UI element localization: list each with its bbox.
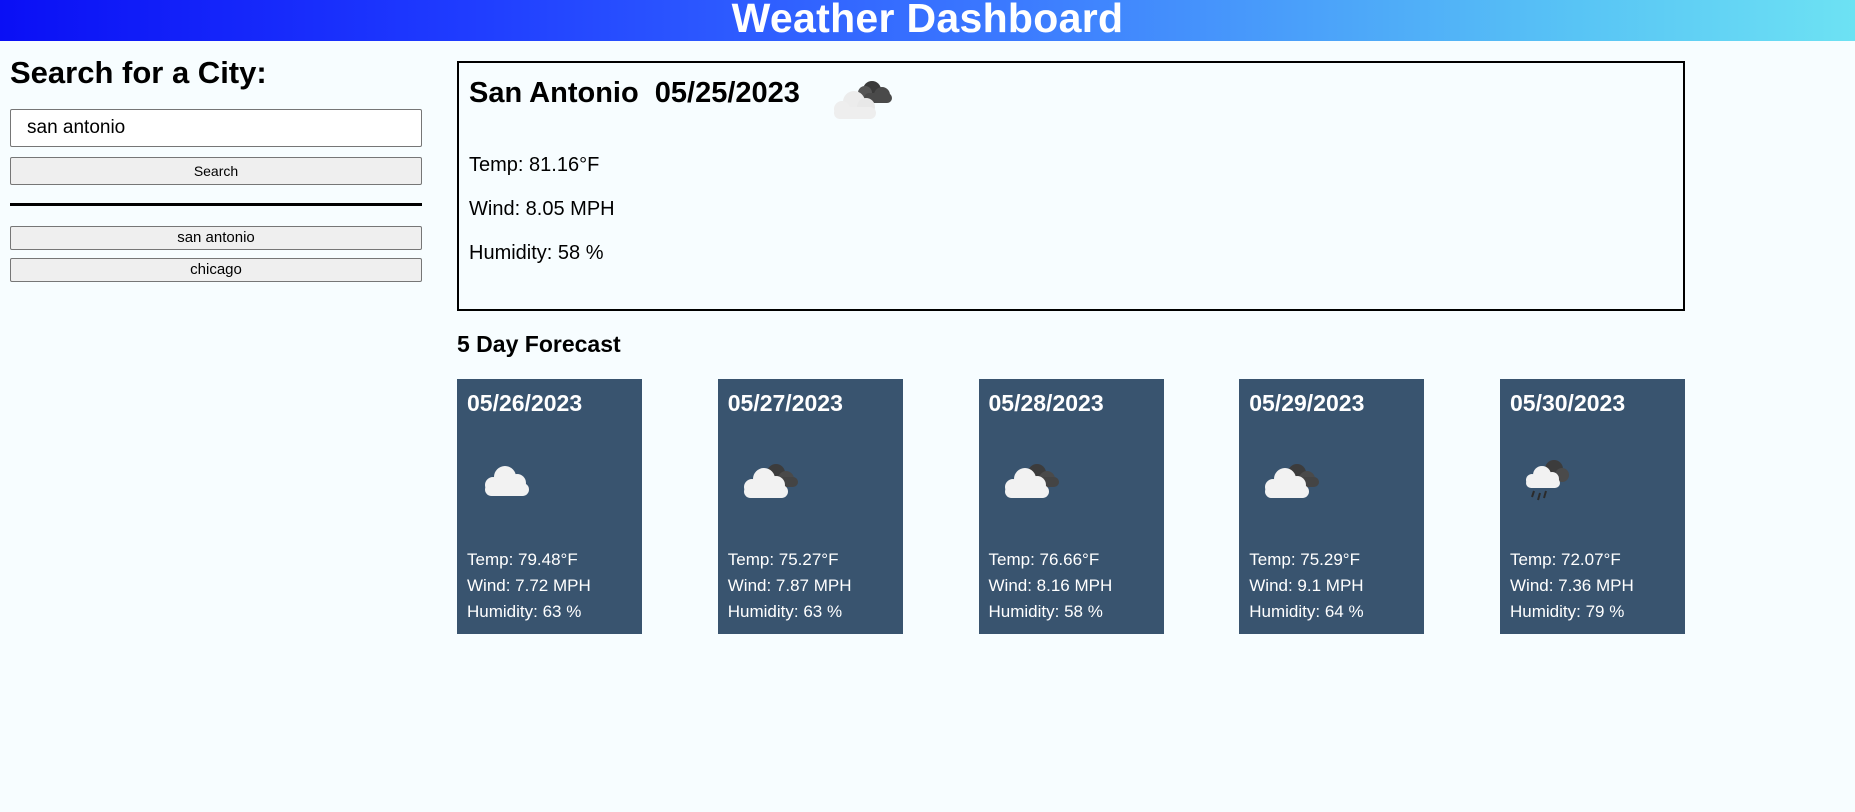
partly-cloudy-icon — [833, 81, 892, 119]
header: Weather Dashboard — [0, 0, 1855, 41]
history-button-chicago[interactable]: chicago — [10, 258, 422, 282]
forecast-humidity: Humidity: 79 % — [1510, 602, 1625, 621]
search-button[interactable]: Search — [10, 157, 422, 185]
broken-clouds-icon — [743, 464, 798, 498]
forecast-wind: Wind: 9.1 MPH — [1249, 576, 1364, 595]
forecast-stats: Temp: 75.27°F Wind: 7.87 MPH Humidity: 6… — [728, 547, 852, 625]
search-heading: Search for a City: — [10, 55, 267, 90]
rain-cloud-icon — [1526, 460, 1569, 501]
search-history: san antonio chicago — [10, 226, 422, 282]
forecast-stats: Temp: 72.07°F Wind: 7.36 MPH Humidity: 7… — [1510, 547, 1634, 625]
forecast-stats: Temp: 79.48°F Wind: 7.72 MPH Humidity: 6… — [467, 547, 591, 625]
forecast-temp: Temp: 79.48°F — [467, 550, 578, 569]
forecast-temp: Temp: 76.66°F — [988, 550, 1100, 569]
page-title: Weather Dashboard — [731, 0, 1124, 41]
forecast-date: 05/27/2023 — [727, 390, 843, 416]
current-weather-header: San Antonio 05/25/2023 — [469, 73, 1673, 153]
forecast-humidity: Humidity: 63 % — [467, 602, 582, 621]
forecast-card: 05/30/2023 Temp: 72.07°F Wind: 7.36 MPH … — [1500, 379, 1685, 634]
divider — [10, 203, 422, 206]
forecast-stats: Temp: 75.29°F Wind: 9.1 MPH Humidity: 64… — [1249, 547, 1363, 625]
forecast-humidity: Humidity: 64 % — [1249, 602, 1364, 621]
forecast-card: 05/26/2023 Temp: 79.48°F Wind: 7.72 MPH … — [457, 379, 642, 634]
forecast-heading: 5 Day Forecast — [457, 331, 621, 357]
forecast-date: 05/26/2023 — [467, 390, 583, 416]
forecast-stats: Temp: 76.66°F Wind: 8.16 MPH Humidity: 5… — [989, 547, 1113, 625]
forecast-date: 05/29/2023 — [1249, 390, 1365, 416]
current-temp: Temp: 81.16°F — [469, 154, 600, 176]
cloud-icon — [485, 466, 529, 496]
sidebar: Search for a City: Search san antonio ch… — [10, 41, 422, 290]
forecast-wind: Wind: 7.72 MPH — [467, 576, 591, 595]
forecast-card: 05/27/2023 Temp: 75.27°F Wind: 7.87 MPH … — [717, 379, 903, 634]
current-humidity: Humidity: 58 % — [469, 242, 604, 264]
broken-clouds-icon — [1004, 464, 1059, 498]
current-wind: Wind: 8.05 MPH — [469, 198, 615, 220]
current-city-date: San Antonio 05/25/2023 — [469, 77, 800, 109]
current-weather-panel: San Antonio 05/25/2023 Temp: 81.16°F Win… — [457, 61, 1685, 311]
city-search-input[interactable] — [10, 109, 422, 147]
forecast-humidity: Humidity: 63 % — [727, 602, 843, 621]
forecast-wind: Wind: 7.36 MPH — [1510, 576, 1634, 595]
forecast-card: 05/28/2023 Temp: 76.66°F Wind: 8.16 MPH … — [978, 379, 1164, 634]
forecast-temp: Temp: 72.07°F — [1510, 550, 1621, 569]
forecast-wind: Wind: 8.16 MPH — [988, 576, 1113, 595]
forecast-date: 05/28/2023 — [988, 390, 1104, 416]
forecast-temp: Temp: 75.29°F — [1249, 550, 1360, 569]
forecast-card: 05/29/2023 Temp: 75.29°F Wind: 9.1 MPH H… — [1239, 379, 1425, 634]
broken-clouds-icon — [1265, 464, 1320, 498]
forecast-temp: Temp: 75.27°F — [727, 550, 839, 569]
forecast-wind: Wind: 7.87 MPH — [727, 576, 852, 595]
history-button-san-antonio[interactable]: san antonio — [10, 226, 422, 250]
forecast-humidity: Humidity: 58 % — [988, 602, 1103, 621]
forecast-date: 05/30/2023 — [1510, 390, 1626, 416]
forecast-cards: 05/26/2023 Temp: 79.48°F Wind: 7.72 MPH … — [457, 379, 1685, 634]
